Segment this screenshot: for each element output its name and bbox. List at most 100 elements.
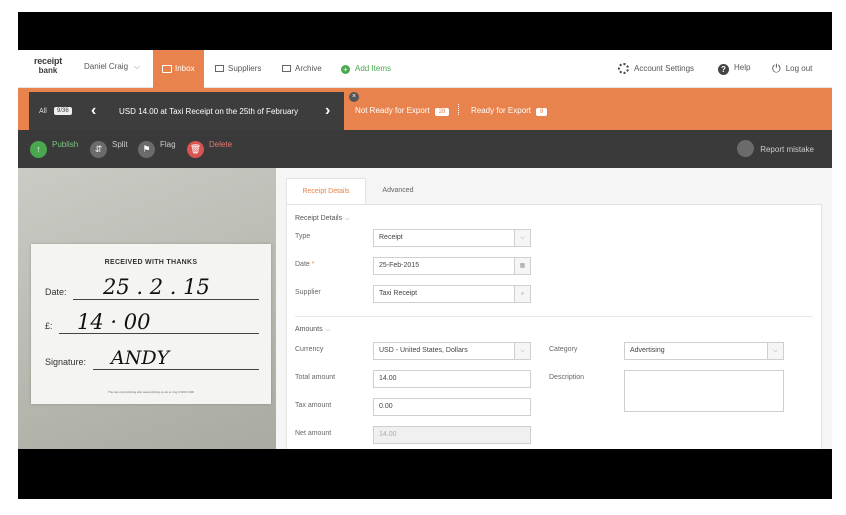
archive-icon [282,65,291,72]
chevron-down-icon: ⌵ [325,327,331,333]
delete-button[interactable]: 🗑 Delete [187,140,232,158]
not-ready-count: 28 [434,108,450,116]
flag-button[interactable]: ⚑ Flag [138,140,176,158]
receipt-amount-label: £: [45,321,53,331]
receipt-navigator: All 9/36 ‹ USD 14.00 at Taxi Receipt on … [29,92,359,130]
receipt-signature-label: Signature: [45,357,87,367]
plus-icon: + [341,65,350,74]
category-label: Category [549,346,578,353]
previous-receipt-icon[interactable]: ‹ [91,102,96,120]
letterbox-top [18,12,832,50]
all-filter-label[interactable]: All [39,108,47,115]
type-value: Receipt [379,234,403,241]
publish-icon: ↑ [30,141,47,158]
receipt-paper: RECEIVED WITH THANKS Date: 25 . 2 . 15 £… [31,244,271,404]
help-icon: ? [718,64,729,75]
receipt-details-section-title: Receipt Details [295,215,343,222]
help-link[interactable]: ? Help [718,63,750,75]
receipt-nav-bar: All 9/36 ‹ USD 14.00 at Taxi Receipt on … [18,88,832,130]
total-amount-label: Total amount [295,374,336,381]
help-label: Help [734,63,751,72]
flag-icon: ⚑ [138,141,155,158]
nav-suppliers-label: Suppliers [228,64,262,73]
supplier-field[interactable]: Taxi Receipt ⌕ [373,285,531,303]
logout-link[interactable]: ⏻ Log out [772,63,812,76]
publish-label: Publish [52,140,79,149]
total-amount-field[interactable]: 14.00 [373,370,531,388]
category-value: Advertising [630,347,665,354]
split-button[interactable]: ⇵ Split [90,140,128,158]
date-label-text: Date [295,261,310,268]
user-name: Daniel Craig [84,62,129,71]
chevron-down-icon: ⌵ [345,216,350,222]
gear-icon [618,63,629,74]
add-items-button[interactable]: + Add Items [341,64,391,74]
nav-inbox[interactable]: Inbox [153,50,204,88]
account-settings-label: Account Settings [634,64,695,73]
report-mistake-button[interactable]: Report mistake [737,140,814,157]
receipt-details-section[interactable]: Receipt Details ⌵ [295,215,350,223]
split-icon: ⇵ [90,141,107,158]
tax-amount-field[interactable]: 0.00 [373,398,531,416]
required-marker: * [311,261,315,268]
receipt-date-handwritten: 25 . 2 . 15 [103,275,210,299]
date-field[interactable]: 25-Feb-2015 ▦ [373,257,531,275]
publish-button[interactable]: ↑ Publish [30,140,78,158]
date-label: Date * [295,261,314,268]
receipt-bank-logo[interactable]: receipt bank [28,56,68,82]
nav-archive[interactable]: Archive [282,64,322,73]
chevron-down-icon: ⌵ [767,342,784,360]
receipt-date-label: Date: [45,287,67,297]
receipt-amount-handwritten: 14 · 00 [77,310,151,334]
nav-archive-label: Archive [295,64,322,73]
receipt-heading: RECEIVED WITH THANKS [104,259,198,266]
currency-label: Currency [295,346,324,353]
account-settings-link[interactable]: Account Settings [618,63,694,74]
not-ready-label: Not Ready for Export [355,106,430,115]
date-value: 25-Feb-2015 [379,262,420,269]
split-label: Split [112,140,128,149]
chevron-down-icon: ⌵ [134,62,141,71]
not-ready-for-export-tab[interactable]: Not Ready for Export 28 [355,106,450,116]
report-label: Report mistake [760,145,814,154]
tab-advanced[interactable]: Advanced [368,178,428,204]
logout-label: Log out [785,64,813,73]
tax-amount-value: 0.00 [379,403,393,410]
receipt-signature-handwritten: ANDY [111,347,170,369]
receipt-image-viewer[interactable]: RECEIVED WITH THANKS Date: 25 . 2 . 15 £… [18,168,276,449]
add-items-label: Add Items [355,64,392,73]
nav-inbox-label: Inbox [175,64,195,73]
top-nav: receipt bank Daniel Craig ⌵ Inbox Supplie… [18,50,832,88]
amounts-section[interactable]: Amounts ⌵ [295,326,330,334]
receipt-title: USD 14.00 at Taxi Receipt on the 25th of… [119,107,299,116]
tab-receipt-details[interactable]: Receipt Details [286,178,366,204]
inbox-icon [162,65,172,73]
receipt-signature-line [93,369,259,370]
next-receipt-icon[interactable]: › [325,102,330,120]
description-textarea[interactable] [624,370,784,412]
category-select[interactable]: Advertising ⌵ [624,342,784,360]
receipt-details-panel: Receipt Details Advanced Receipt Details… [276,168,832,449]
flag-label: Flag [160,140,176,149]
chevron-down-icon: ⌵ [514,342,531,360]
supplier-value: Taxi Receipt [379,290,418,297]
receipt-date-line [73,299,259,300]
ready-for-export-tab[interactable]: Ready for Export 8 [471,106,548,116]
currency-select[interactable]: USD - United States, Dollars ⌵ [373,342,531,360]
close-icon[interactable]: × [349,92,359,102]
net-amount-value: 14.00 [379,431,397,438]
trash-icon: 🗑 [187,141,204,158]
logo-line-1: receipt [33,56,63,66]
search-icon[interactable]: ⌕ [514,285,531,303]
calendar-icon[interactable]: ▦ [514,257,531,275]
all-count-badge: 9/36 [54,107,72,115]
delete-label: Delete [209,140,233,149]
type-label: Type [295,233,311,240]
type-select[interactable]: Receipt ⌵ [373,229,531,247]
ready-label: Ready for Export [471,106,532,115]
nav-suppliers[interactable]: Suppliers [215,64,261,73]
action-toolbar: ↑ Publish ⇵ Split ⚑ Flag 🗑 Delete Report mis… [18,130,832,168]
amounts-section-title: Amounts [295,326,323,333]
tax-amount-label: Tax amount [295,402,332,409]
user-menu[interactable]: Daniel Craig ⌵ [84,62,140,72]
